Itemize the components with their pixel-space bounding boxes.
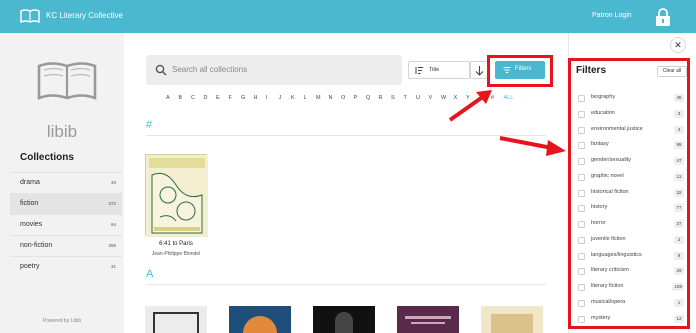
- alphabet-letter[interactable]: N: [329, 95, 342, 105]
- alphabet-letter[interactable]: E: [216, 95, 229, 105]
- lock-icon[interactable]: [654, 7, 672, 27]
- annotation-highlight-filters-button: [487, 55, 553, 87]
- sort-lines-icon: [415, 67, 423, 74]
- alphabet-letter[interactable]: M: [316, 95, 329, 105]
- alphabet-letter[interactable]: K: [291, 95, 304, 105]
- collection-item-fiction[interactable]: fiction 372: [10, 193, 122, 214]
- alphabet-letter[interactable]: Q: [366, 95, 379, 105]
- sort-select[interactable]: Title: [408, 61, 470, 79]
- collections-heading: Collections: [20, 152, 74, 163]
- collection-count: 372: [108, 201, 116, 206]
- alphabet-letter[interactable]: A: [166, 95, 179, 105]
- collection-count: 30: [110, 180, 116, 185]
- alphabet-letter[interactable]: C: [191, 95, 204, 105]
- book-cover-frame: [153, 312, 199, 333]
- collection-count: 94: [110, 222, 116, 227]
- top-bar: KC Literary Collective Patron Login: [0, 0, 696, 33]
- alphabet-letter[interactable]: B: [179, 95, 192, 105]
- book-cover[interactable]: [313, 306, 375, 333]
- book-cover-art: [405, 316, 451, 319]
- alphabet-letter[interactable]: L: [304, 95, 317, 105]
- book-cover-art: [335, 312, 353, 333]
- collection-name: non-fiction: [20, 242, 53, 249]
- book-cover-art: [243, 316, 277, 333]
- open-book-icon[interactable]: [20, 8, 40, 24]
- powered-by-text[interactable]: Powered by Libib: [0, 318, 124, 324]
- collection-count: 31: [110, 264, 116, 269]
- book-cover[interactable]: [145, 154, 208, 237]
- collection-name: poetry: [20, 263, 40, 270]
- close-icon[interactable]: ✕: [670, 37, 686, 53]
- search-input[interactable]: Search all collections: [172, 65, 247, 74]
- book-author: Jean-Philippe Blondel: [151, 251, 201, 257]
- annotation-highlight-filters-panel: [568, 58, 690, 329]
- alphabet-letter[interactable]: J: [279, 95, 292, 105]
- sort-direction-button[interactable]: [470, 61, 488, 79]
- collection-name: movies: [20, 221, 43, 228]
- alphabet-letter[interactable]: T: [404, 95, 417, 105]
- section-heading-hash: #: [146, 119, 153, 131]
- libib-logo-icon: [37, 62, 97, 100]
- sidebar: libib Collections drama 30 fiction 372 m…: [0, 33, 124, 333]
- collection-item-drama[interactable]: drama 30: [10, 172, 122, 193]
- collection-item-poetry[interactable]: poetry 31: [10, 256, 122, 277]
- alphabet-letter[interactable]: U: [416, 95, 429, 105]
- book-cover[interactable]: [229, 306, 291, 333]
- book-cover[interactable]: [397, 306, 459, 333]
- alphabet-letter[interactable]: H: [254, 95, 267, 105]
- section-heading-a: A: [146, 268, 154, 280]
- annotation-arrow-icon: [499, 136, 566, 156]
- sort-label: Title: [429, 67, 440, 73]
- collection-count: 289: [108, 243, 116, 248]
- book-title[interactable]: 6:41 to Paris: [140, 241, 212, 247]
- alphabet-letter[interactable]: G: [241, 95, 254, 105]
- alphabet-letter[interactable]: I: [266, 95, 279, 105]
- book-cover-art: [491, 314, 533, 333]
- app-title[interactable]: KC Literary Collective: [46, 11, 123, 20]
- book-cover-art: [411, 322, 445, 324]
- collection-name: fiction: [20, 200, 39, 207]
- app-root: KC Literary Collective Patron Login libi…: [0, 0, 696, 333]
- alphabet-letter[interactable]: ALL: [504, 95, 517, 105]
- book-cover-art: [146, 155, 208, 237]
- annotation-arrow-icon: [448, 90, 492, 122]
- book-cover[interactable]: [481, 306, 543, 333]
- alphabet-letter[interactable]: V: [429, 95, 442, 105]
- collection-name: drama: [20, 179, 40, 186]
- patron-login-link[interactable]: Patron Login: [592, 12, 632, 19]
- book-cover[interactable]: [145, 306, 207, 333]
- search-bar[interactable]: Search all collections: [146, 55, 402, 85]
- alphabet-letter[interactable]: P: [354, 95, 367, 105]
- alphabet-letter[interactable]: S: [391, 95, 404, 105]
- collection-item-non-fiction[interactable]: non-fiction 289: [10, 235, 122, 256]
- libib-logo-text: libib: [46, 122, 78, 141]
- alphabet-letter[interactable]: F: [229, 95, 242, 105]
- alphabet-letter[interactable]: O: [341, 95, 354, 105]
- collection-item-movies[interactable]: movies 94: [10, 214, 122, 235]
- collections-list: drama 30 fiction 372 movies 94 non-ficti…: [10, 172, 122, 277]
- alphabet-letter[interactable]: R: [379, 95, 392, 105]
- section-divider: [146, 135, 546, 136]
- search-icon: [155, 64, 167, 76]
- alphabet-letter[interactable]: D: [204, 95, 217, 105]
- arrow-down-icon: [475, 66, 484, 76]
- section-divider: [146, 284, 546, 285]
